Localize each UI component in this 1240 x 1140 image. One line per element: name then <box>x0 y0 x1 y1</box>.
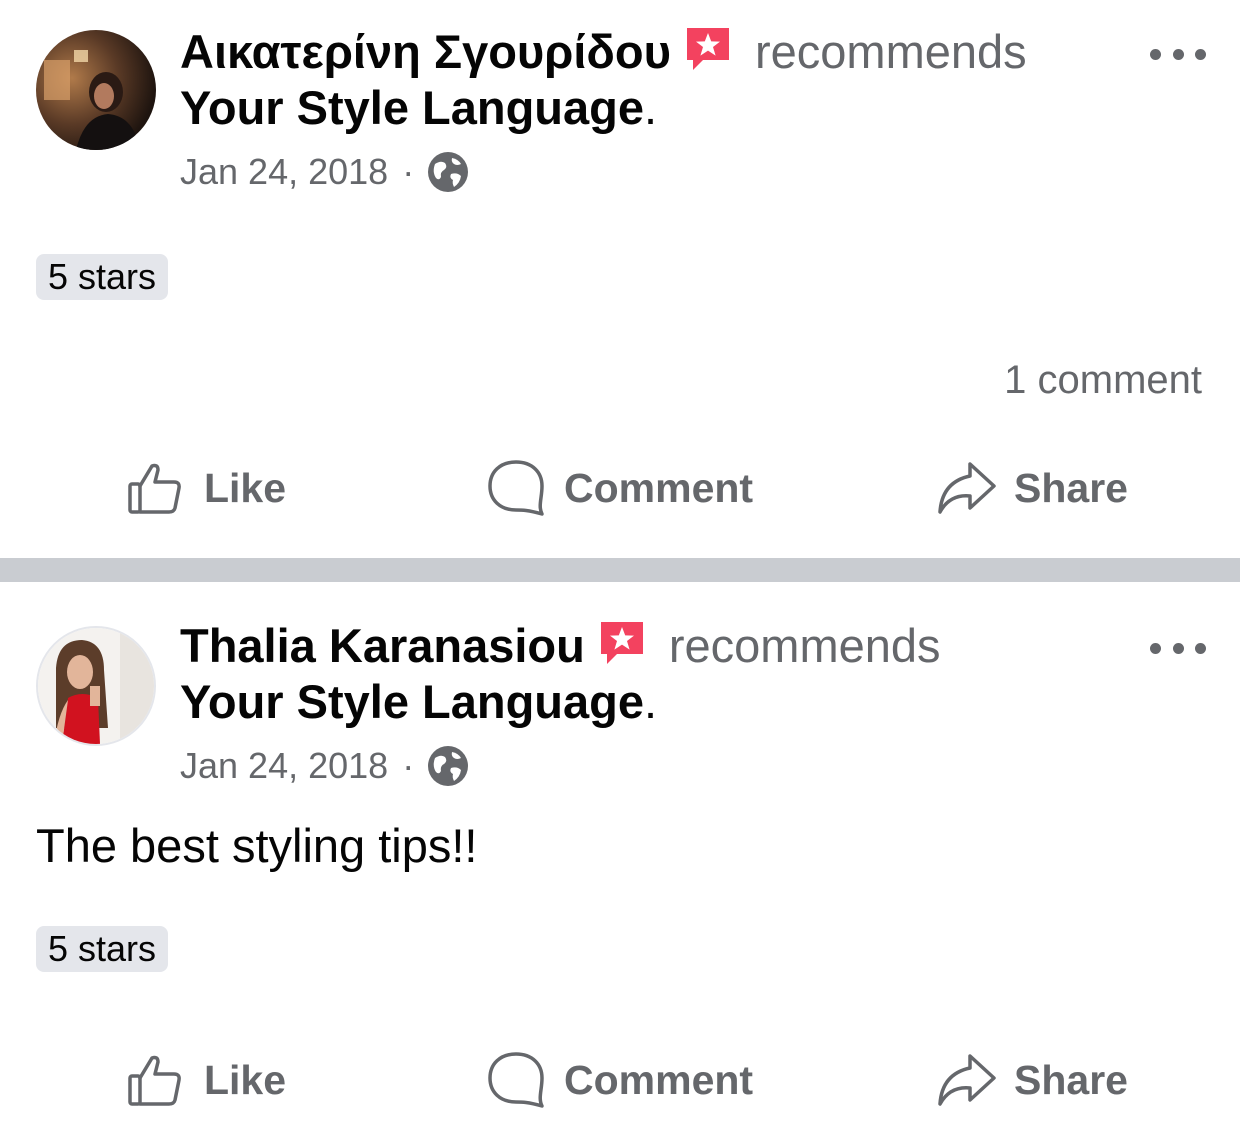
recommendation-badge-icon <box>683 24 733 74</box>
like-label: Like <box>204 1056 287 1103</box>
post-date[interactable]: Jan 24, 2018 <box>180 745 388 787</box>
comment-button[interactable]: Comment <box>486 448 753 528</box>
comment-label: Comment <box>564 464 754 511</box>
comment-count[interactable]: 1 comment <box>1004 358 1202 403</box>
post-header: Αικατερίνη Σγουρίδου recommends <box>180 18 1027 84</box>
share-button[interactable]: Share <box>936 1040 1128 1120</box>
post-date[interactable]: Jan 24, 2018 <box>180 151 388 193</box>
comment-bubble-icon <box>488 1052 544 1108</box>
thumbs-up-icon <box>128 463 181 514</box>
author-name[interactable]: Αικατερίνη Σγουρίδου <box>180 24 671 79</box>
action-bar: Like Comment Share <box>0 448 1240 528</box>
page-suffix: . <box>644 675 658 728</box>
recommends-label: recommends <box>668 618 941 672</box>
like-button[interactable]: Like <box>126 1040 286 1120</box>
post-meta: Jan 24, 2018 · <box>180 150 470 194</box>
avatar-photo <box>38 628 154 744</box>
meta-separator: · <box>402 151 415 192</box>
rating-badge: 5 stars <box>36 254 169 300</box>
meta-separator: · <box>402 745 415 786</box>
recommends-label: recommends <box>754 24 1027 78</box>
post-meta: Jan 24, 2018 · <box>180 744 470 788</box>
avatar-photo <box>36 30 156 150</box>
like-label: Like <box>204 464 287 511</box>
recommendation-post: Αικατερίνη Σγουρίδου recommends Your Sty… <box>0 0 1240 558</box>
recommendation-post: Thalia Karanasiou recommends Your Style … <box>0 582 1240 1140</box>
rating-badge: 5 stars <box>36 926 169 972</box>
action-bar: Like Comment Share <box>0 1040 1240 1120</box>
avatar[interactable] <box>36 626 156 746</box>
recommendation-badge-icon <box>597 618 647 668</box>
share-label: Share <box>1014 464 1128 511</box>
comment-bubble-icon <box>488 460 544 516</box>
post-separator <box>0 558 1240 582</box>
thumbs-up-icon <box>128 1055 181 1106</box>
avatar[interactable] <box>36 30 156 150</box>
page-name-link[interactable]: Your Style Language <box>180 81 644 134</box>
comment-button[interactable]: Comment <box>486 1040 753 1120</box>
author-name[interactable]: Thalia Karanasiou <box>180 618 585 673</box>
globe-icon <box>426 744 470 788</box>
share-button[interactable]: Share <box>936 448 1128 528</box>
page-line: Your Style Language. <box>180 80 657 135</box>
more-options-icon[interactable] <box>1150 42 1206 66</box>
page-suffix: . <box>644 81 658 134</box>
share-label: Share <box>1014 1056 1128 1103</box>
post-header: Thalia Karanasiou recommends <box>180 612 941 678</box>
globe-icon <box>426 150 470 194</box>
share-arrow-icon <box>938 1054 996 1106</box>
post-body-text: The best styling tips!! <box>36 819 478 872</box>
page-name-link[interactable]: Your Style Language <box>180 675 644 728</box>
page-line: Your Style Language. <box>180 674 657 729</box>
more-options-icon[interactable] <box>1150 636 1206 660</box>
like-button[interactable]: Like <box>126 448 286 528</box>
share-arrow-icon <box>938 462 996 514</box>
comment-label: Comment <box>564 1056 754 1103</box>
